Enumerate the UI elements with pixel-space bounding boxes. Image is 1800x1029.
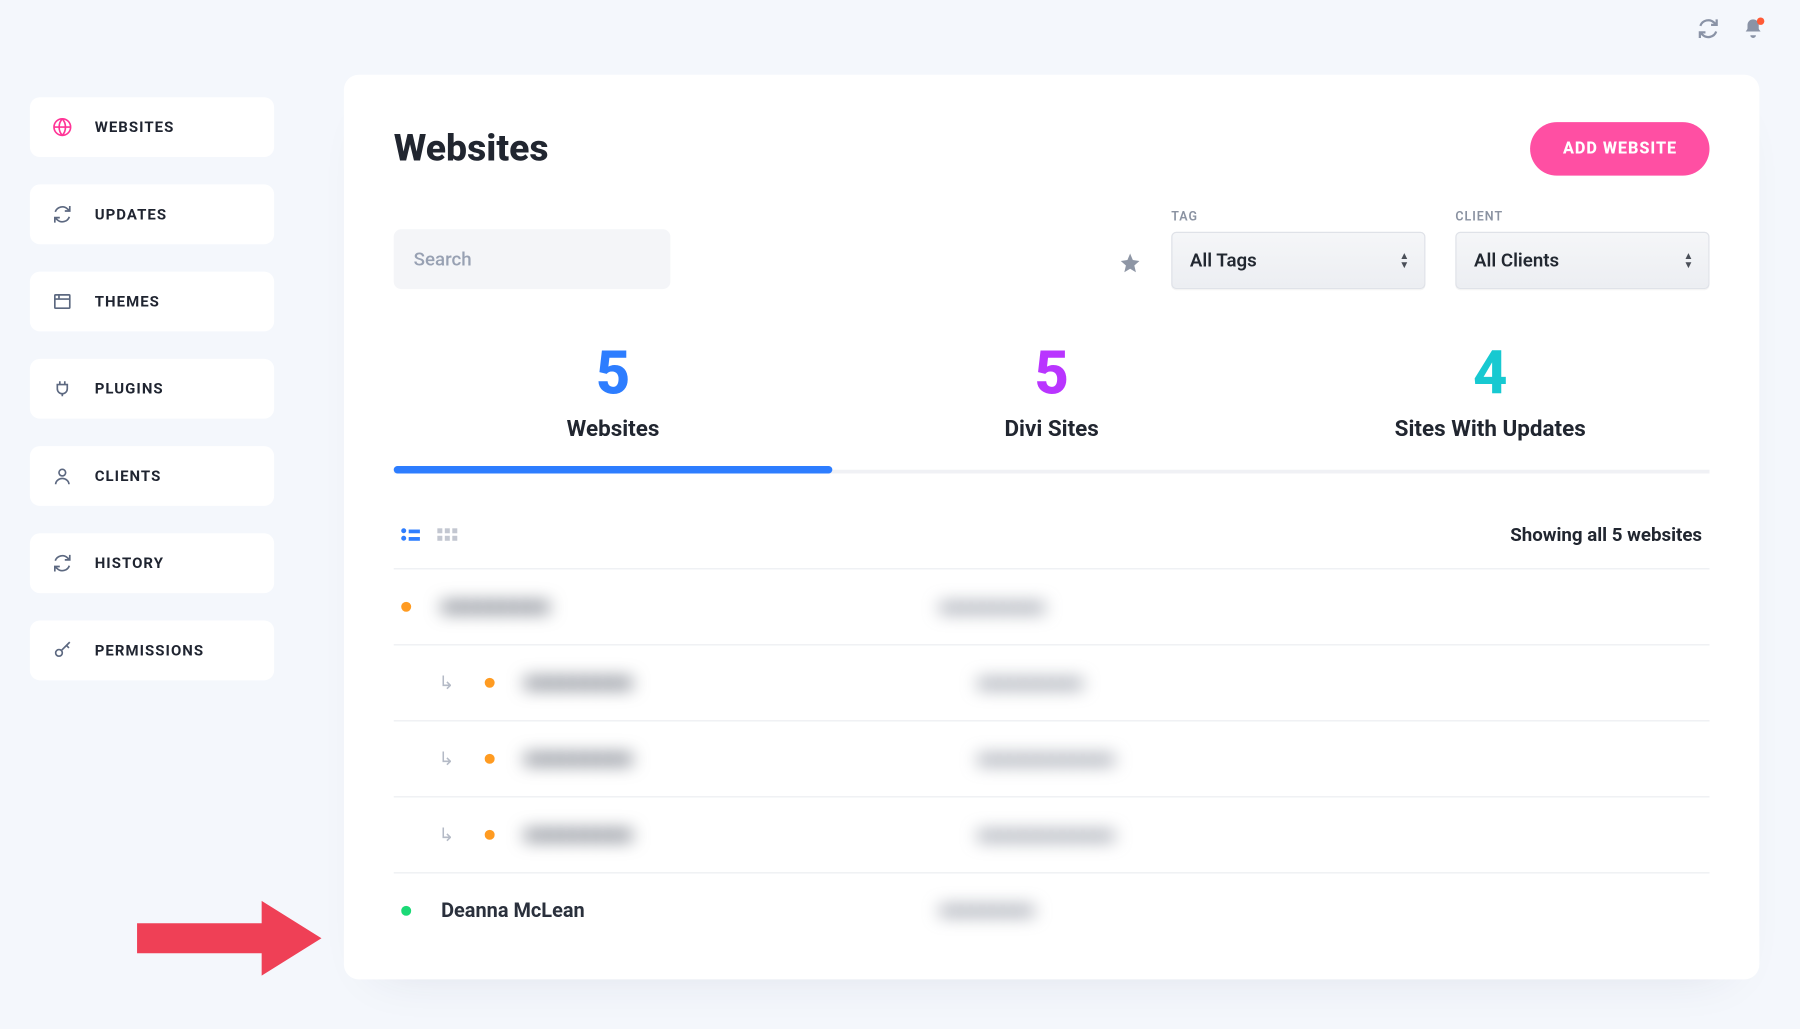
sidebar-item-themes[interactable]: THEMES [30,272,274,332]
status-dot-icon [484,830,494,840]
stat-label: Divi Sites [832,416,1271,442]
client-filter-dropdown[interactable]: All Clients ▲▼ [1455,232,1709,289]
status-dot-icon [401,602,411,612]
sidebar-item-label: THEMES [95,293,160,310]
subdirectory-icon: ↳ [439,672,455,694]
site-name: ■■■■■■■■■ [524,822,928,847]
status-dot-icon [484,678,494,688]
sidebar: WEBSITES UPDATES THEMES PLUGINS CLIENTS [0,0,304,1029]
sidebar-item-label: UPDATES [95,206,167,223]
add-website-button[interactable]: ADD WEBSITE [1531,122,1710,176]
sidebar-item-label: HISTORY [95,554,164,571]
tab-divi-sites[interactable]: 5 Divi Sites [832,344,1271,470]
stat-label: Websites [394,416,833,442]
sidebar-item-websites[interactable]: WEBSITES [30,97,274,157]
sidebar-item-clients[interactable]: CLIENTS [30,446,274,506]
sidebar-item-label: PLUGINS [95,380,164,397]
site-url: ■■■■■■■■■■ [928,672,1083,693]
status-dot-icon [484,754,494,764]
stat-label: Sites With Updates [1271,416,1710,442]
main-content: Websites ADD WEBSITE TAG All Tags ▲▼ [304,0,1799,1029]
site-list: ■■■■■■■■■■■■■■■■■■■↳■■■■■■■■■■■■■■■■■■■↳… [394,568,1710,947]
sidebar-item-label: CLIENTS [95,467,162,484]
site-row[interactable]: ■■■■■■■■■■■■■■■■■■■ [394,568,1710,644]
site-url: ■■■■■■■■■ [890,900,1035,921]
globe-icon [52,117,72,137]
client-filter-label: CLIENT [1455,211,1709,225]
view-list-toggle[interactable] [401,528,420,540]
subdirectory-icon: ↳ [439,824,455,846]
sidebar-item-updates[interactable]: UPDATES [30,184,274,244]
chevron-updown-icon: ▲▼ [1683,252,1693,269]
site-url: ■■■■■■■■■■ [890,596,1045,617]
stats-tabs: 5 Websites 5 Divi Sites 4 Sites With Upd… [394,344,1710,474]
showing-count-text: Showing all 5 websites [1510,523,1702,545]
tag-filter-value: All Tags [1190,249,1257,271]
client-filter-value: All Clients [1474,249,1559,271]
favorites-filter-icon[interactable] [1119,252,1141,289]
site-row[interactable]: ↳ ■■■■■■■■■■■■■■■■■■■■■■ [394,796,1710,872]
sidebar-item-history[interactable]: HISTORY [30,533,274,593]
page-title: Websites [394,127,549,171]
chevron-updown-icon: ▲▼ [1399,252,1409,269]
sidebar-item-plugins[interactable]: PLUGINS [30,359,274,419]
plug-icon [52,379,72,399]
notifications-icon[interactable] [1742,17,1764,44]
site-name: ■■■■■■■■■ [524,746,928,771]
view-grid-toggle[interactable] [437,528,457,540]
tab-sites-with-updates[interactable]: 4 Sites With Updates [1271,344,1710,470]
status-dot-icon [401,905,411,915]
key-icon [52,640,72,660]
refresh-icon [52,553,72,573]
tag-filter-label: TAG [1171,211,1425,225]
subdirectory-icon: ↳ [439,748,455,770]
search-input[interactable] [394,229,671,289]
site-url: ■■■■■■■■■■■■■ [928,748,1115,769]
tag-filter-dropdown[interactable]: All Tags ▲▼ [1171,232,1425,289]
stat-number: 4 [1271,344,1710,404]
stat-number: 5 [394,344,833,404]
site-url: ■■■■■■■■■■■■■ [928,824,1115,845]
websites-panel: Websites ADD WEBSITE TAG All Tags ▲▼ [344,75,1759,980]
site-name: ■■■■■■■■■ [524,670,928,695]
sidebar-item-label: WEBSITES [95,118,175,135]
site-row[interactable]: ↳ ■■■■■■■■■■■■■■■■■■■ [394,644,1710,720]
site-row[interactable]: ↳ ■■■■■■■■■■■■■■■■■■■■■■ [394,720,1710,796]
site-name: Deanna McLean [441,898,890,922]
refresh-icon [52,204,72,224]
site-row[interactable]: Deanna McLean■■■■■■■■■ [394,872,1710,947]
refresh-icon[interactable] [1697,17,1719,44]
site-name: ■■■■■■■■■ [441,594,890,619]
panel-icon [52,292,72,312]
sidebar-item-label: PERMISSIONS [95,642,204,659]
stat-number: 5 [832,344,1271,404]
tab-websites[interactable]: 5 Websites [394,344,833,470]
sidebar-item-permissions[interactable]: PERMISSIONS [30,621,274,681]
filter-bar: TAG All Tags ▲▼ CLIENT All Clients ▲▼ [394,211,1710,289]
topbar [1662,0,1799,62]
user-icon [52,466,72,486]
